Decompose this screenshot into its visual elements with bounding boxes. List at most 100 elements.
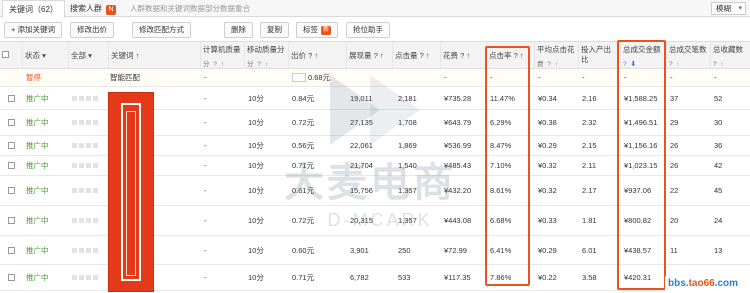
- col-pc-score[interactable]: 计算机质量分 ? ↑: [200, 42, 244, 70]
- cell-bid[interactable]: 0.84元: [290, 87, 314, 109]
- row-checkbox-cell: [6, 156, 15, 175]
- bid-edit-box[interactable]: [292, 73, 306, 82]
- row-checkbox[interactable]: [8, 274, 15, 281]
- cell-mobile-score: 10分: [248, 216, 264, 225]
- cell-bid[interactable]: 0.61元: [290, 176, 314, 205]
- cell-impressions: 20,315: [350, 216, 373, 225]
- status-active[interactable]: 推广中: [24, 110, 49, 135]
- cell-bid[interactable]: 0.56元: [290, 136, 314, 155]
- col-favorites[interactable]: 总收藏数? ↑: [710, 42, 750, 70]
- col-orders[interactable]: 总成交笔数? ↑: [666, 42, 710, 70]
- col-clicks[interactable]: 点击量 ? ↑: [392, 42, 440, 70]
- tag-new-badge: 新: [321, 25, 332, 35]
- col-cost[interactable]: 花费 ? ↑: [440, 42, 486, 70]
- cell-bid[interactable]: 0.60元: [290, 236, 314, 264]
- cell-bid[interactable]: 0.72元: [290, 110, 314, 135]
- row-checkbox[interactable]: [8, 246, 15, 254]
- cell-mobile-score: 10分: [248, 141, 264, 150]
- status-active[interactable]: 推广中: [24, 156, 49, 175]
- grab-helper-button[interactable]: 抢位助手: [346, 22, 390, 38]
- match-mode-select[interactable]: 模糊 ▾: [711, 2, 746, 15]
- col-avg-cpc[interactable]: 平均点击花费 ? ↑: [534, 42, 578, 70]
- logo-part1: bbs.: [668, 278, 689, 289]
- cell-bid[interactable]: 0.71元: [290, 156, 314, 175]
- col-gmv-label: 总成交金额: [623, 45, 661, 54]
- cell-cost: ¥643.79: [444, 118, 472, 127]
- row-actions-placeholder: [70, 110, 98, 135]
- cell-pc-score: -: [204, 186, 207, 195]
- cell-bid[interactable]: 0.72元: [290, 206, 314, 235]
- row-checkbox[interactable]: [8, 162, 15, 169]
- row-checkbox[interactable]: [8, 94, 15, 102]
- cell-avg-cpc: ¥0.33: [538, 216, 557, 225]
- status-active[interactable]: 推广中: [24, 236, 49, 264]
- cell-pc-score: -: [204, 118, 207, 127]
- status-active[interactable]: 推广中: [24, 176, 49, 205]
- cell-ctr: 7.10%: [490, 161, 512, 170]
- col-impressions[interactable]: 展现量 ? ↑: [346, 42, 392, 70]
- header-checkbox-col: [0, 42, 22, 70]
- row-checkbox-cell: [6, 136, 15, 155]
- col-ctr[interactable]: 点击率 ? ↑: [486, 42, 534, 70]
- placeholder-blocks: [72, 275, 98, 280]
- col-all[interactable]: 全部 ▾: [68, 42, 108, 70]
- delete-button[interactable]: 删除: [224, 22, 253, 38]
- col-pc-score-sub: 分: [203, 61, 211, 68]
- row-actions-placeholder: [70, 176, 98, 205]
- row-checkbox[interactable]: [8, 142, 15, 149]
- col-gmv[interactable]: 总成交金额? ⬇: [620, 42, 666, 70]
- status-active[interactable]: 推广中: [24, 136, 49, 155]
- cell-gmv: ¥800.82: [624, 216, 652, 225]
- cell-cost: ¥735.28: [444, 93, 472, 103]
- cell-mobile-score: 10分: [248, 245, 264, 255]
- cell-orders: 11: [670, 245, 678, 255]
- cell-ctr: 8.47%: [490, 141, 512, 150]
- col-roi[interactable]: 投入产出比? ↑: [578, 42, 620, 70]
- status-paused: 暂停: [26, 73, 41, 82]
- col-status[interactable]: 状态 ▾: [22, 42, 68, 70]
- cell-mobile-score: 10分: [248, 118, 264, 127]
- status-active[interactable]: 推广中: [24, 206, 49, 235]
- cell-clicks: 2,181: [398, 93, 417, 103]
- cell-bid[interactable]: 0.71元: [290, 265, 314, 290]
- sort-desc-icon[interactable]: ⬇: [630, 61, 637, 68]
- col-mobile-score[interactable]: 移动质量分分 ? ↑: [244, 42, 288, 70]
- row-checkbox[interactable]: [8, 119, 15, 126]
- edit-bid-button[interactable]: 修改出价: [70, 22, 114, 38]
- col-favorites-label: 总收藏数: [713, 45, 743, 54]
- cell-roi: 2.32: [582, 118, 597, 127]
- tab-keywords[interactable]: 关键词（62）: [2, 0, 65, 18]
- tab-search-crowd[interactable]: 搜索人群 N: [64, 0, 122, 17]
- col-keyword[interactable]: 关键词 ↑: [108, 42, 200, 70]
- cell-impressions: 15,756: [350, 186, 373, 195]
- cell-pc-score: -: [204, 161, 207, 170]
- col-impressions-label: 展现量: [349, 51, 372, 60]
- placeholder-blocks: [72, 120, 98, 125]
- add-keyword-button[interactable]: + 添加关键词: [4, 22, 62, 38]
- tag-label: 标签: [303, 25, 318, 34]
- copy-button[interactable]: 复制: [260, 22, 289, 38]
- smart-ctr: -: [490, 73, 493, 82]
- cell-gmv: ¥1,588.25: [624, 93, 658, 103]
- cell-cost: ¥485.43: [444, 161, 472, 170]
- cell-impressions: 22,061: [350, 141, 373, 150]
- cell-cost: ¥117.35: [444, 273, 471, 282]
- cell-ctr: 6.29%: [490, 118, 512, 127]
- smart-bid[interactable]: 0.68元: [290, 69, 330, 86]
- cell-clicks: 533: [398, 273, 411, 282]
- tag-button[interactable]: 标签新: [296, 22, 339, 38]
- edit-match-button[interactable]: 修改匹配方式: [132, 22, 191, 38]
- cell-ctr: 6.68%: [490, 216, 512, 225]
- row-checkbox[interactable]: [8, 217, 15, 224]
- row-actions-placeholder: [70, 236, 98, 264]
- status-active[interactable]: 推广中: [24, 265, 49, 290]
- select-all-checkbox[interactable]: [2, 51, 9, 58]
- col-bid[interactable]: 出价 ? ↑: [288, 42, 346, 70]
- row-checkbox[interactable]: [8, 187, 15, 194]
- cell-gmv: ¥937.06: [624, 186, 652, 195]
- cell-orders: 37: [670, 93, 679, 103]
- status-active[interactable]: 推广中: [24, 87, 49, 109]
- col-ctr-label: 点击率: [489, 51, 512, 60]
- col-mobile-score-sub: 分: [247, 61, 255, 68]
- smart-favorites: -: [714, 73, 717, 82]
